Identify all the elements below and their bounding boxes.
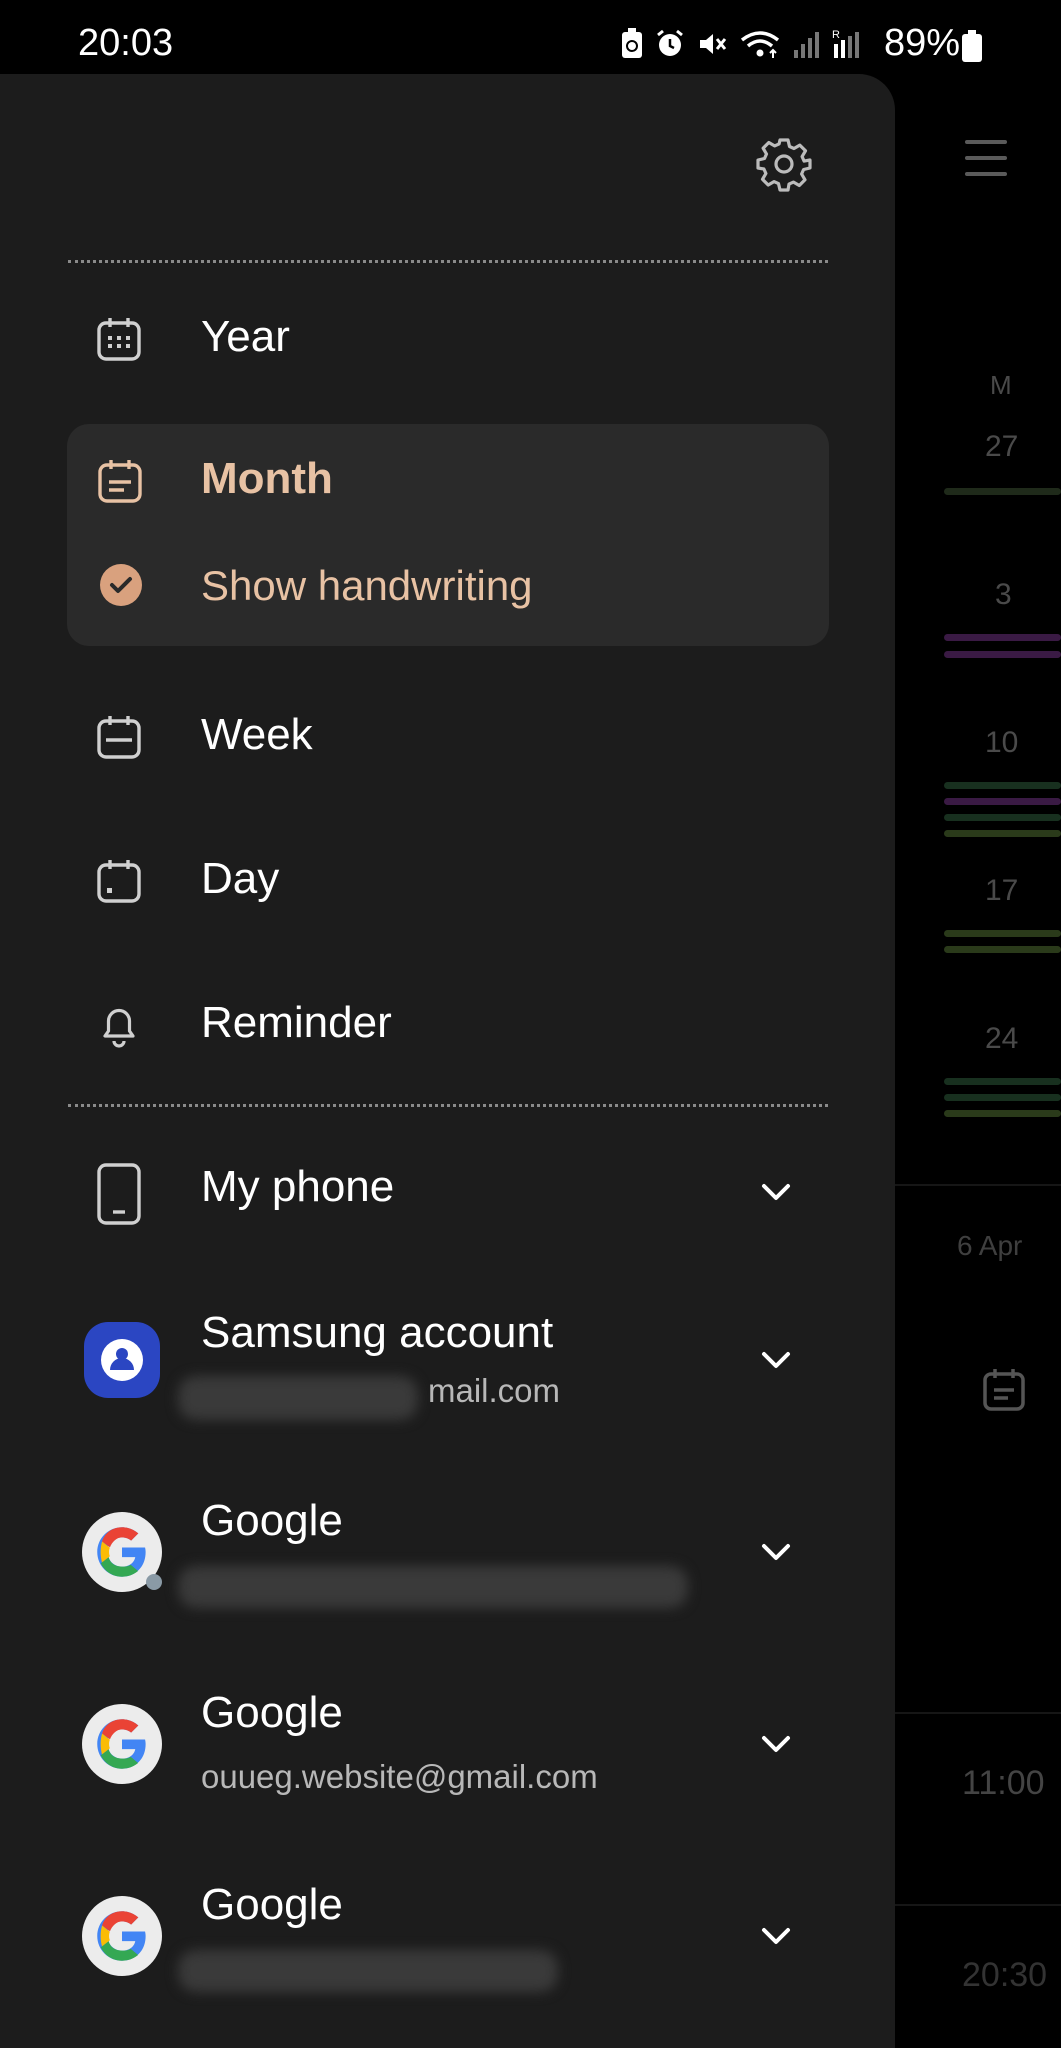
event-bar bbox=[944, 814, 1061, 821]
background-calendar bbox=[895, 74, 1061, 2048]
status-time: 20:03 bbox=[78, 22, 174, 64]
view-reminder[interactable]: Reminder bbox=[68, 964, 828, 1084]
week-calendar-icon bbox=[97, 716, 141, 759]
calendar-date: 17 bbox=[985, 874, 1019, 907]
event-bar bbox=[944, 1078, 1061, 1085]
view-label: Year bbox=[201, 312, 290, 361]
google-icon bbox=[82, 1896, 162, 1976]
chevron-down-icon[interactable] bbox=[754, 1722, 798, 1766]
settings-button[interactable] bbox=[752, 132, 816, 196]
calendar-date: 10 bbox=[985, 726, 1019, 759]
view-week[interactable]: Week bbox=[68, 676, 828, 796]
event-bar bbox=[944, 782, 1061, 789]
event-bar bbox=[944, 946, 1061, 953]
event-time: 20:30 bbox=[962, 1956, 1048, 1994]
view-label: Day bbox=[201, 854, 280, 903]
view-label: Month bbox=[201, 454, 333, 503]
event-bar bbox=[944, 798, 1061, 805]
phone-icon bbox=[97, 1163, 141, 1225]
calendar-date: 24 bbox=[985, 1022, 1019, 1055]
divider bbox=[68, 260, 828, 263]
view-label: Week bbox=[201, 710, 313, 759]
account-name: Samsung account bbox=[201, 1308, 554, 1357]
event-bar bbox=[944, 1110, 1061, 1117]
year-calendar-icon bbox=[97, 318, 141, 361]
battery-saver-icon bbox=[622, 28, 642, 58]
divider bbox=[68, 1104, 828, 1107]
status-bar: 20:03 R 89% bbox=[0, 0, 1061, 74]
view-label: Show handwriting bbox=[201, 562, 533, 609]
redacted-email bbox=[178, 1376, 418, 1420]
bell-icon bbox=[103, 1008, 135, 1048]
chevron-down-icon[interactable] bbox=[754, 1170, 798, 1214]
view-day[interactable]: Day bbox=[68, 820, 828, 940]
wifi-icon bbox=[740, 31, 780, 58]
mute-icon bbox=[700, 34, 727, 54]
event-bar bbox=[944, 830, 1061, 837]
account-email: mail.com bbox=[428, 1372, 561, 1409]
event-bar bbox=[944, 488, 1061, 495]
show-handwriting-toggle[interactable]: Show handwriting bbox=[67, 536, 829, 646]
chevron-down-icon[interactable] bbox=[754, 1530, 798, 1574]
gear-icon bbox=[756, 138, 812, 192]
event-bar bbox=[944, 634, 1061, 641]
account-my-phone[interactable]: My phone bbox=[68, 1152, 828, 1302]
view-label: Reminder bbox=[201, 998, 392, 1047]
event-bar bbox=[944, 651, 1061, 658]
svg-text:R: R bbox=[832, 29, 840, 41]
redacted-email bbox=[178, 1950, 558, 1992]
account-name: My phone bbox=[201, 1162, 395, 1211]
signal-icon bbox=[794, 32, 819, 58]
status-icons: R bbox=[620, 24, 862, 64]
samsung-account-icon bbox=[84, 1322, 160, 1398]
account-email: ouueg.website@gmail.com bbox=[201, 1758, 598, 1795]
event-bar bbox=[944, 930, 1061, 937]
chevron-down-icon[interactable] bbox=[754, 1914, 798, 1958]
divider bbox=[895, 1712, 1061, 1714]
menu-icon bbox=[965, 140, 1007, 182]
day-calendar-icon bbox=[97, 860, 141, 903]
account-name: Google bbox=[201, 1880, 343, 1929]
alarm-icon bbox=[657, 29, 683, 56]
event-time: 11:00 bbox=[962, 1764, 1045, 1802]
account-name: Google bbox=[201, 1496, 343, 1545]
check-circle-icon bbox=[100, 564, 142, 606]
navigation-drawer: Year Month Show handwriting Week Day Rem… bbox=[0, 74, 895, 2048]
chevron-down-icon[interactable] bbox=[754, 1338, 798, 1382]
weekday-header: M bbox=[990, 370, 1012, 400]
status-dot bbox=[146, 1574, 162, 1590]
month-selected-panel: Month Show handwriting bbox=[67, 424, 829, 646]
roaming-signal-icon: R bbox=[832, 29, 859, 58]
battery-percent: 89% bbox=[884, 22, 961, 64]
calendar-date: 27 bbox=[985, 430, 1019, 463]
calendar-date: 3 bbox=[995, 578, 1012, 611]
date-label: 6 Apr bbox=[957, 1230, 1023, 1261]
view-month[interactable]: Month bbox=[67, 424, 829, 536]
battery-icon bbox=[962, 30, 982, 62]
account-google[interactable]: Google ouueg.website@gmail.com bbox=[68, 1686, 828, 1836]
month-calendar-icon bbox=[98, 460, 142, 503]
redacted-email bbox=[178, 1566, 688, 1608]
account-google[interactable]: Google bbox=[68, 1878, 828, 2028]
view-year[interactable]: Year bbox=[68, 278, 828, 398]
divider bbox=[895, 1904, 1061, 1906]
account-name: Google bbox=[201, 1688, 343, 1737]
calendar-icon bbox=[983, 1369, 1025, 1411]
divider bbox=[895, 1184, 1061, 1186]
google-icon bbox=[82, 1704, 162, 1784]
event-bar bbox=[944, 1094, 1061, 1101]
account-samsung[interactable]: Samsung account mail.com bbox=[68, 1304, 828, 1454]
account-google[interactable]: Google bbox=[68, 1494, 828, 1644]
